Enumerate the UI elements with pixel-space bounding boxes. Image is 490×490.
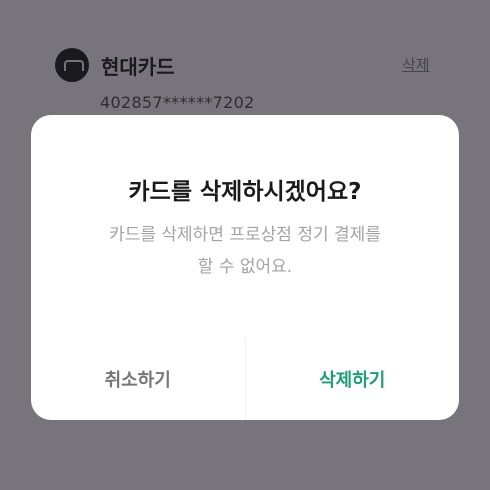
- card-logo-icon: [55, 48, 89, 82]
- card-header: 현대카드: [55, 48, 175, 82]
- card-name: 현대카드: [101, 54, 175, 79]
- delete-confirm-dialog: 카드를 삭제하시겠어요? 카드를 삭제하면 프로상점 정기 결제를 할 수 없어…: [31, 115, 459, 420]
- dialog-title: 카드를 삭제하시겠어요?: [128, 179, 362, 205]
- dialog-message: 카드를 삭제하면 프로상점 정기 결제를 할 수 없어요.: [109, 225, 381, 277]
- cancel-button[interactable]: 취소하기: [31, 338, 245, 420]
- delete-card-link[interactable]: 삭제: [402, 54, 430, 75]
- card-number: 402857******7202: [100, 93, 255, 112]
- confirm-delete-button[interactable]: 삭제하기: [244, 338, 460, 420]
- dialog-button-row: 취소하기 삭제하기: [31, 338, 459, 420]
